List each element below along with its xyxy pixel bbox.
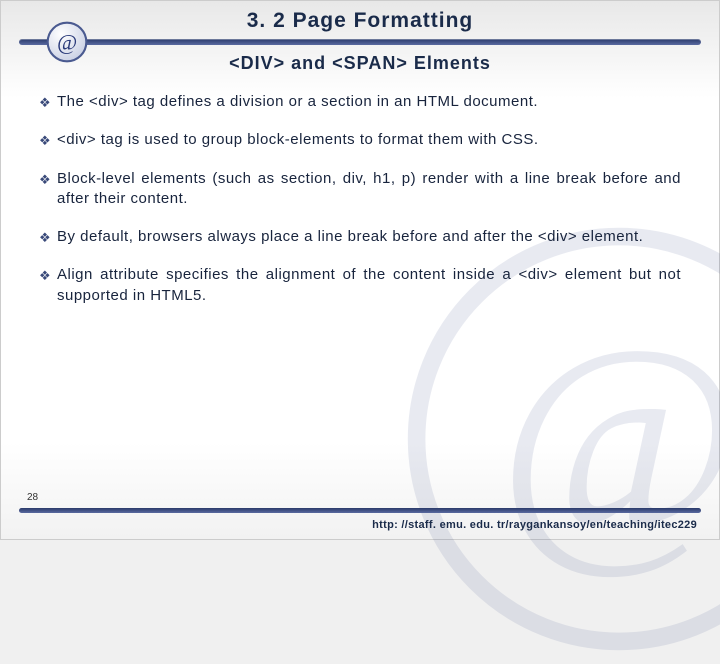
header-divider (19, 39, 701, 45)
svg-text:@: @ (498, 293, 720, 585)
bullet-item: ❖ Block-level elements (such as section,… (39, 169, 681, 210)
bullet-text: By default, browsers always place a line… (57, 227, 681, 247)
bullet-text: <div> tag is used to group block-element… (57, 130, 681, 150)
diamond-bullet-icon: ❖ (39, 267, 57, 285)
slide: @ @ 3. 2 Page Formatting <DIV> and <SPAN… (0, 0, 720, 540)
bullet-text: Align attribute specifies the alignment … (57, 265, 681, 306)
bullet-item: ❖ Align attribute specifies the alignmen… (39, 265, 681, 306)
slide-title: 3. 2 Page Formatting (1, 9, 719, 33)
bullet-item: ❖ By default, browsers always place a li… (39, 227, 681, 247)
slide-header: 3. 2 Page Formatting (1, 1, 719, 33)
diamond-bullet-icon: ❖ (39, 171, 57, 189)
footer-url: http: //staff. emu. edu. tr/raygankansoy… (372, 519, 697, 531)
bullet-text: Block-level elements (such as section, d… (57, 169, 681, 210)
svg-text:@: @ (57, 31, 77, 55)
diamond-bullet-icon: ❖ (39, 132, 57, 150)
page-number: 28 (27, 492, 38, 503)
diamond-bullet-icon: ❖ (39, 229, 57, 247)
footer-divider (19, 508, 701, 513)
bullet-text: The <div> tag defines a division or a se… (57, 92, 681, 112)
content-area: ❖ The <div> tag defines a division or a … (1, 74, 719, 306)
slide-subtitle: <DIV> and <SPAN> Elments (1, 53, 719, 74)
at-sign-icon: @ (46, 21, 88, 63)
bullet-item: ❖ <div> tag is used to group block-eleme… (39, 130, 681, 150)
bullet-item: ❖ The <div> tag defines a division or a … (39, 92, 681, 112)
diamond-bullet-icon: ❖ (39, 94, 57, 112)
